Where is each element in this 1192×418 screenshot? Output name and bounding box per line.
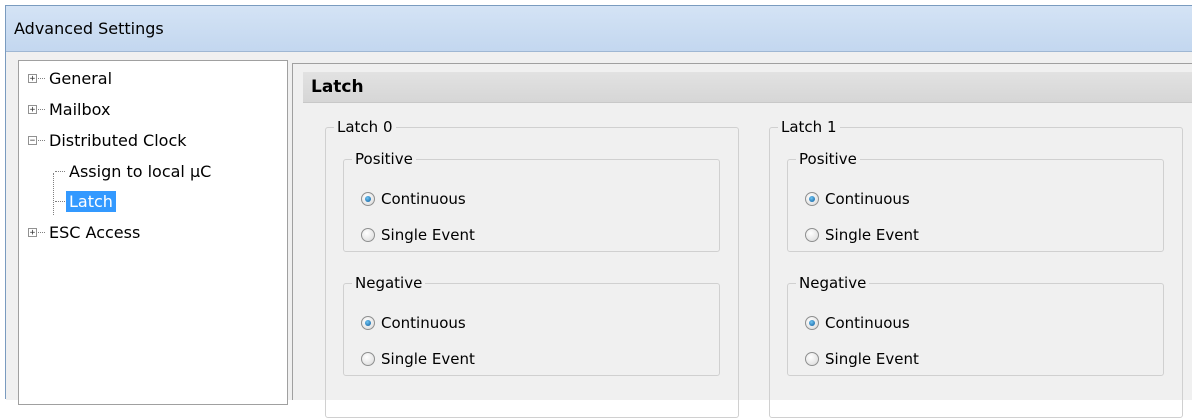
panel-title: Latch [311, 77, 364, 97]
radio-checked-icon[interactable] [361, 316, 375, 330]
latch-1-positive-single-event-radio[interactable]: Single Event [805, 224, 919, 246]
latch-0-positive-single-event-radio[interactable]: Single Event [361, 224, 475, 246]
expand-icon[interactable]: + [28, 73, 37, 83]
tree-item-label: Assign to local µC [69, 161, 212, 181]
expand-icon[interactable]: + [28, 227, 37, 237]
tree-dotted-line [38, 108, 45, 110]
group-title: Negative [355, 274, 423, 292]
radio-unchecked-icon[interactable] [361, 352, 375, 366]
advanced-settings-window: Advanced Settings + General + Mailbox − … [5, 5, 1192, 418]
radio-label: Continuous [381, 314, 466, 332]
latch-0-negative-continuous-radio[interactable]: Continuous [361, 312, 466, 334]
window-title: Advanced Settings [14, 19, 164, 38]
group-title: Positive [355, 150, 413, 168]
group-title: Positive [799, 150, 857, 168]
group-title: Negative [799, 274, 867, 292]
tree-item-esc-access[interactable]: + ESC Access [28, 221, 143, 243]
latch-1-negative-single-event-radio[interactable]: Single Event [805, 348, 919, 370]
expand-icon[interactable]: + [28, 104, 37, 114]
tree-item-mailbox[interactable]: + Mailbox [28, 98, 113, 120]
tree-dotted-line [38, 231, 45, 233]
dialog-client-area: + General + Mailbox − Distributed Clock … [6, 52, 1192, 418]
tree-dotted-line [38, 139, 45, 141]
tree-item-label: ESC Access [49, 222, 141, 242]
collapse-icon[interactable]: − [28, 135, 37, 145]
radio-checked-icon[interactable] [361, 192, 375, 206]
tree-item-label: General [49, 68, 113, 88]
radio-label: Single Event [825, 350, 919, 368]
radio-checked-icon[interactable] [805, 192, 819, 206]
latch-0-negative-single-event-radio[interactable]: Single Event [361, 348, 475, 370]
tree-dotted-line [55, 200, 65, 202]
latch-1-positive-continuous-radio[interactable]: Continuous [805, 188, 910, 210]
panel-header: Latch [303, 72, 1192, 103]
group-title: Latch 0 [337, 118, 393, 136]
latch-0-positive-continuous-radio[interactable]: Continuous [361, 188, 466, 210]
radio-label: Continuous [381, 190, 466, 208]
radio-checked-icon[interactable] [805, 316, 819, 330]
latch-1-negative-continuous-radio[interactable]: Continuous [805, 312, 910, 334]
tree-item-assign-to-local-uc[interactable]: Assign to local µC [54, 160, 214, 182]
radio-label: Single Event [381, 350, 475, 368]
tree-item-distributed-clock[interactable]: − Distributed Clock [28, 129, 190, 151]
title-bar[interactable]: Advanced Settings [6, 6, 1192, 52]
group-title: Latch 1 [781, 118, 837, 136]
latch-settings-panel: Latch Latch 0 Positive Continuous Single… [292, 63, 1192, 418]
settings-tree[interactable]: + General + Mailbox − Distributed Clock … [18, 60, 288, 405]
tree-item-latch[interactable]: Latch [54, 190, 116, 212]
radio-unchecked-icon[interactable] [361, 228, 375, 242]
radio-label: Continuous [825, 190, 910, 208]
tree-item-label: Latch [66, 190, 116, 212]
tree-dotted-line [55, 170, 65, 172]
radio-unchecked-icon[interactable] [805, 228, 819, 242]
tree-item-label: Distributed Clock [49, 130, 187, 150]
radio-label: Single Event [381, 226, 475, 244]
tree-item-label: Mailbox [49, 99, 111, 119]
tree-dotted-line [38, 77, 45, 79]
radio-unchecked-icon[interactable] [805, 352, 819, 366]
tree-item-general[interactable]: + General [28, 67, 115, 89]
radio-label: Single Event [825, 226, 919, 244]
radio-label: Continuous [825, 314, 910, 332]
